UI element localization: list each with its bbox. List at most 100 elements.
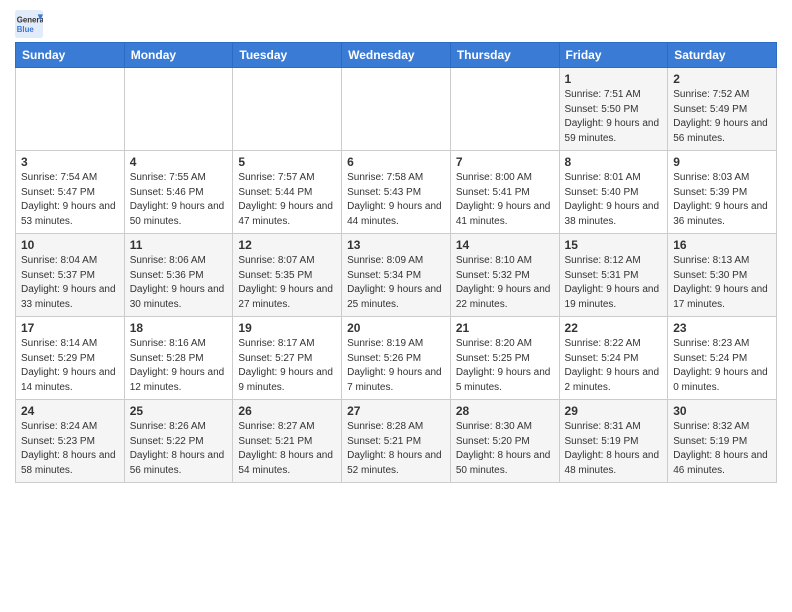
calendar-week-2: 3 Sunrise: 7:54 AM Sunset: 5:47 PM Daylig… <box>16 151 777 234</box>
day-number: 23 <box>673 321 771 335</box>
day-number: 25 <box>130 404 228 418</box>
day-info: Sunrise: 8:24 AM Sunset: 5:23 PM Dayligh… <box>21 420 119 478</box>
day-number: 30 <box>673 404 771 418</box>
calendar-cell <box>342 68 451 151</box>
day-info: Sunrise: 8:07 AM Sunset: 5:35 PM Dayligh… <box>238 254 336 312</box>
day-info: Sunrise: 7:54 AM Sunset: 5:47 PM Dayligh… <box>21 171 119 229</box>
day-number: 11 <box>130 238 228 252</box>
calendar-cell: 13Sunrise: 8:09 AM Sunset: 5:34 PM Dayli… <box>342 234 451 317</box>
day-info: Sunrise: 8:13 AM Sunset: 5:30 PM Dayligh… <box>673 254 771 312</box>
calendar-cell: 10 Sunrise: 8:04 AM Sunset: 5:37 PM Dayli… <box>16 234 125 317</box>
calendar-cell: 4 Sunrise: 7:55 AM Sunset: 5:46 PM Daylig… <box>124 151 233 234</box>
calendar-cell: 17 Sunrise: 8:14 AM Sunset: 5:29 PM Dayli… <box>16 317 125 400</box>
calendar-header-wednesday: Wednesday <box>342 43 451 68</box>
day-info: Sunrise: 8:22 AM Sunset: 5:24 PM Dayligh… <box>565 337 663 395</box>
calendar-cell: 29 Sunrise: 8:31 AM Sunset: 5:19 PM Dayli… <box>559 400 668 483</box>
calendar-cell: 14 Sunrise: 8:10 AM Sunset: 5:32 PM Dayli… <box>450 234 559 317</box>
day-number: 8 <box>565 155 663 169</box>
day-info: Sunrise: 8:16 AM Sunset: 5:28 PM Dayligh… <box>130 337 228 395</box>
day-number: 20 <box>347 321 445 335</box>
calendar-cell: 20Sunrise: 8:19 AM Sunset: 5:26 PM Dayli… <box>342 317 451 400</box>
calendar-week-3: 10 Sunrise: 8:04 AM Sunset: 5:37 PM Dayli… <box>16 234 777 317</box>
day-info: Sunrise: 7:58 AM Sunset: 5:43 PM Dayligh… <box>347 171 445 229</box>
calendar-cell: 19 Sunrise: 8:17 AM Sunset: 5:27 PM Dayli… <box>233 317 342 400</box>
calendar-header-tuesday: Tuesday <box>233 43 342 68</box>
calendar-cell: 8 Sunrise: 8:01 AM Sunset: 5:40 PM Daylig… <box>559 151 668 234</box>
day-info: Sunrise: 7:51 AM Sunset: 5:50 PM Dayligh… <box>565 88 663 146</box>
day-info: Sunrise: 8:03 AM Sunset: 5:39 PM Dayligh… <box>673 171 771 229</box>
calendar-cell: 30 Sunrise: 8:32 AM Sunset: 5:19 PM Dayli… <box>668 400 777 483</box>
calendar-cell: 6 Sunrise: 7:58 AM Sunset: 5:43 PM Daylig… <box>342 151 451 234</box>
day-number: 10 <box>21 238 119 252</box>
day-number: 7 <box>456 155 554 169</box>
day-info: Sunrise: 8:23 AM Sunset: 5:24 PM Dayligh… <box>673 337 771 395</box>
day-info: Sunrise: 8:32 AM Sunset: 5:19 PM Dayligh… <box>673 420 771 478</box>
calendar-cell: 15 Sunrise: 8:12 AM Sunset: 5:31 PM Dayli… <box>559 234 668 317</box>
calendar-cell: 23 Sunrise: 8:23 AM Sunset: 5:24 PM Dayli… <box>668 317 777 400</box>
calendar-cell: 7 Sunrise: 8:00 AM Sunset: 5:41 PM Daylig… <box>450 151 559 234</box>
day-number: 19 <box>238 321 336 335</box>
day-info: Sunrise: 8:31 AM Sunset: 5:19 PM Dayligh… <box>565 420 663 478</box>
day-number: 4 <box>130 155 228 169</box>
day-number: 12 <box>238 238 336 252</box>
day-info: Sunrise: 8:14 AM Sunset: 5:29 PM Dayligh… <box>21 337 119 395</box>
day-info: Sunrise: 8:20 AM Sunset: 5:25 PM Dayligh… <box>456 337 554 395</box>
calendar-cell <box>16 68 125 151</box>
svg-text:Blue: Blue <box>17 25 35 34</box>
day-number: 6 <box>347 155 445 169</box>
day-number: 22 <box>565 321 663 335</box>
calendar-cell <box>450 68 559 151</box>
day-info: Sunrise: 8:28 AM Sunset: 5:21 PM Dayligh… <box>347 420 445 478</box>
day-info: Sunrise: 8:01 AM Sunset: 5:40 PM Dayligh… <box>565 171 663 229</box>
day-number: 24 <box>21 404 119 418</box>
day-info: Sunrise: 8:10 AM Sunset: 5:32 PM Dayligh… <box>456 254 554 312</box>
day-number: 9 <box>673 155 771 169</box>
day-info: Sunrise: 7:55 AM Sunset: 5:46 PM Dayligh… <box>130 171 228 229</box>
day-info: Sunrise: 8:04 AM Sunset: 5:37 PM Dayligh… <box>21 254 119 312</box>
calendar-cell: 2 Sunrise: 7:52 AM Sunset: 5:49 PM Daylig… <box>668 68 777 151</box>
calendar-cell: 24 Sunrise: 8:24 AM Sunset: 5:23 PM Dayli… <box>16 400 125 483</box>
day-number: 21 <box>456 321 554 335</box>
calendar-header-row: SundayMondayTuesdayWednesdayThursdayFrid… <box>16 43 777 68</box>
calendar-cell: 11 Sunrise: 8:06 AM Sunset: 5:36 PM Dayli… <box>124 234 233 317</box>
day-info: Sunrise: 8:17 AM Sunset: 5:27 PM Dayligh… <box>238 337 336 395</box>
day-number: 16 <box>673 238 771 252</box>
calendar-cell: 18 Sunrise: 8:16 AM Sunset: 5:28 PM Dayli… <box>124 317 233 400</box>
calendar-header-saturday: Saturday <box>668 43 777 68</box>
page-container: General Blue SundayMondayTuesdayWednesda… <box>0 0 792 493</box>
day-number: 27 <box>347 404 445 418</box>
day-info: Sunrise: 8:00 AM Sunset: 5:41 PM Dayligh… <box>456 171 554 229</box>
calendar-cell: 27 Sunrise: 8:28 AM Sunset: 5:21 PM Dayli… <box>342 400 451 483</box>
calendar-cell: 25Sunrise: 8:26 AM Sunset: 5:22 PM Dayli… <box>124 400 233 483</box>
logo-icon: General Blue <box>15 10 43 38</box>
day-info: Sunrise: 8:06 AM Sunset: 5:36 PM Dayligh… <box>130 254 228 312</box>
calendar-cell: 1 Sunrise: 7:51 AM Sunset: 5:50 PM Daylig… <box>559 68 668 151</box>
day-number: 18 <box>130 321 228 335</box>
day-number: 17 <box>21 321 119 335</box>
calendar-cell: 9 Sunrise: 8:03 AM Sunset: 5:39 PM Daylig… <box>668 151 777 234</box>
day-info: Sunrise: 8:09 AM Sunset: 5:34 PM Dayligh… <box>347 254 445 312</box>
calendar-week-4: 17 Sunrise: 8:14 AM Sunset: 5:29 PM Dayli… <box>16 317 777 400</box>
day-number: 28 <box>456 404 554 418</box>
day-number: 3 <box>21 155 119 169</box>
day-number: 14 <box>456 238 554 252</box>
day-number: 26 <box>238 404 336 418</box>
day-number: 15 <box>565 238 663 252</box>
day-info: Sunrise: 8:12 AM Sunset: 5:31 PM Dayligh… <box>565 254 663 312</box>
logo: General Blue <box>15 10 46 38</box>
calendar-cell <box>124 68 233 151</box>
day-info: Sunrise: 7:52 AM Sunset: 5:49 PM Dayligh… <box>673 88 771 146</box>
day-number: 29 <box>565 404 663 418</box>
day-info: Sunrise: 7:57 AM Sunset: 5:44 PM Dayligh… <box>238 171 336 229</box>
calendar-cell: 5Sunrise: 7:57 AM Sunset: 5:44 PM Daylig… <box>233 151 342 234</box>
calendar-table: SundayMondayTuesdayWednesdayThursdayFrid… <box>15 42 777 483</box>
calendar-cell: 12 Sunrise: 8:07 AM Sunset: 5:35 PM Dayli… <box>233 234 342 317</box>
day-info: Sunrise: 8:30 AM Sunset: 5:20 PM Dayligh… <box>456 420 554 478</box>
calendar-cell: 22 Sunrise: 8:22 AM Sunset: 5:24 PM Dayli… <box>559 317 668 400</box>
day-number: 2 <box>673 72 771 86</box>
calendar-cell: 16 Sunrise: 8:13 AM Sunset: 5:30 PM Dayli… <box>668 234 777 317</box>
calendar-header-thursday: Thursday <box>450 43 559 68</box>
calendar-week-5: 24 Sunrise: 8:24 AM Sunset: 5:23 PM Dayli… <box>16 400 777 483</box>
calendar-header-friday: Friday <box>559 43 668 68</box>
day-number: 1 <box>565 72 663 86</box>
